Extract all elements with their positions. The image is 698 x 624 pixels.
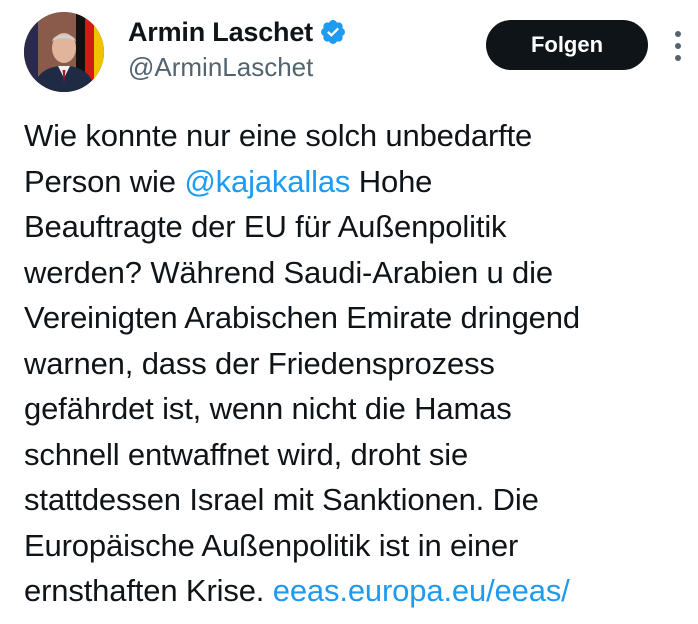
tweet-text-segment: Vereinigten Arabischen Emirate dringend xyxy=(24,300,580,335)
tweet-text-segment: werden? Während Saudi-Arabien u die xyxy=(24,254,553,290)
tweet-text-segment: schnell entwaffnet wird, droht sie xyxy=(24,436,469,472)
tweet-text-line: ernsthaften Krise. eeas.europa.eu/eeas/ xyxy=(24,568,694,614)
follow-button[interactable]: Folgen xyxy=(486,20,648,70)
tweet-text-segment: warnen, dass der Friedensprozess xyxy=(24,345,495,381)
author-handle[interactable]: @ArminLaschet xyxy=(128,52,347,83)
tweet-text-line: Wie konnte nur eine solch unbedarfte xyxy=(24,113,694,159)
tweet-text-line: schnell entwaffnet wird, droht sie xyxy=(24,432,694,478)
tweet-header: Armin Laschet @ArminLaschet Folgen xyxy=(0,0,698,100)
tweet-text-line: gefährdet ist, wenn nicht die Hamas xyxy=(24,386,694,432)
tweet-text-segment: Europäische Außenpolitik ist in einer xyxy=(24,527,519,563)
tweet-text-line: stattdessen Israel mit Sanktionen. Die xyxy=(24,477,694,523)
tweet-text-line: werden? Während Saudi-Arabien u die xyxy=(24,250,694,296)
author-block: Armin Laschet @ArminLaschet xyxy=(128,14,347,83)
verified-badge-icon xyxy=(319,18,347,46)
tweet-text-line: Vereinigten Arabischen Emirate dringend xyxy=(24,295,694,341)
author-name-row: Armin Laschet xyxy=(128,14,347,50)
tweet-text: Wie konnte nur eine solch unbedarfte Pers… xyxy=(24,113,694,614)
tweet-text-line: Europäische Außenpolitik ist in einer xyxy=(24,523,694,569)
tweet-text-segment: Wie konnte nur eine solch unbedarfte xyxy=(24,118,533,153)
tweet-text-segment: Beauftragte der EU für Außenpolitik xyxy=(24,209,507,244)
tweet-text-line: Beauftragte der EU für Außenpolitik xyxy=(24,204,694,250)
author-display-name[interactable]: Armin Laschet xyxy=(128,17,313,48)
tweet-text-segment: Hohe xyxy=(350,163,433,199)
tweet-text-segment: stattdessen Israel mit Sanktionen. Die xyxy=(24,482,539,517)
tweet-text-segment: gefährdet ist, wenn nicht die Hamas xyxy=(24,391,512,426)
avatar[interactable] xyxy=(24,12,104,92)
mention-link[interactable]: @kajakallas xyxy=(184,164,350,199)
url-link[interactable]: eeas.europa.eu/eeas/ xyxy=(273,573,570,608)
tweet-text-segment: Person wie xyxy=(24,163,185,199)
tweet-text-line: warnen, dass der Friedensprozess xyxy=(24,341,694,387)
more-vertical-icon[interactable] xyxy=(670,28,686,64)
tweet-text-line: Person wie @kajakallas Hohe xyxy=(24,159,694,205)
tweet-text-segment: ernsthaften Krise. xyxy=(24,573,273,608)
